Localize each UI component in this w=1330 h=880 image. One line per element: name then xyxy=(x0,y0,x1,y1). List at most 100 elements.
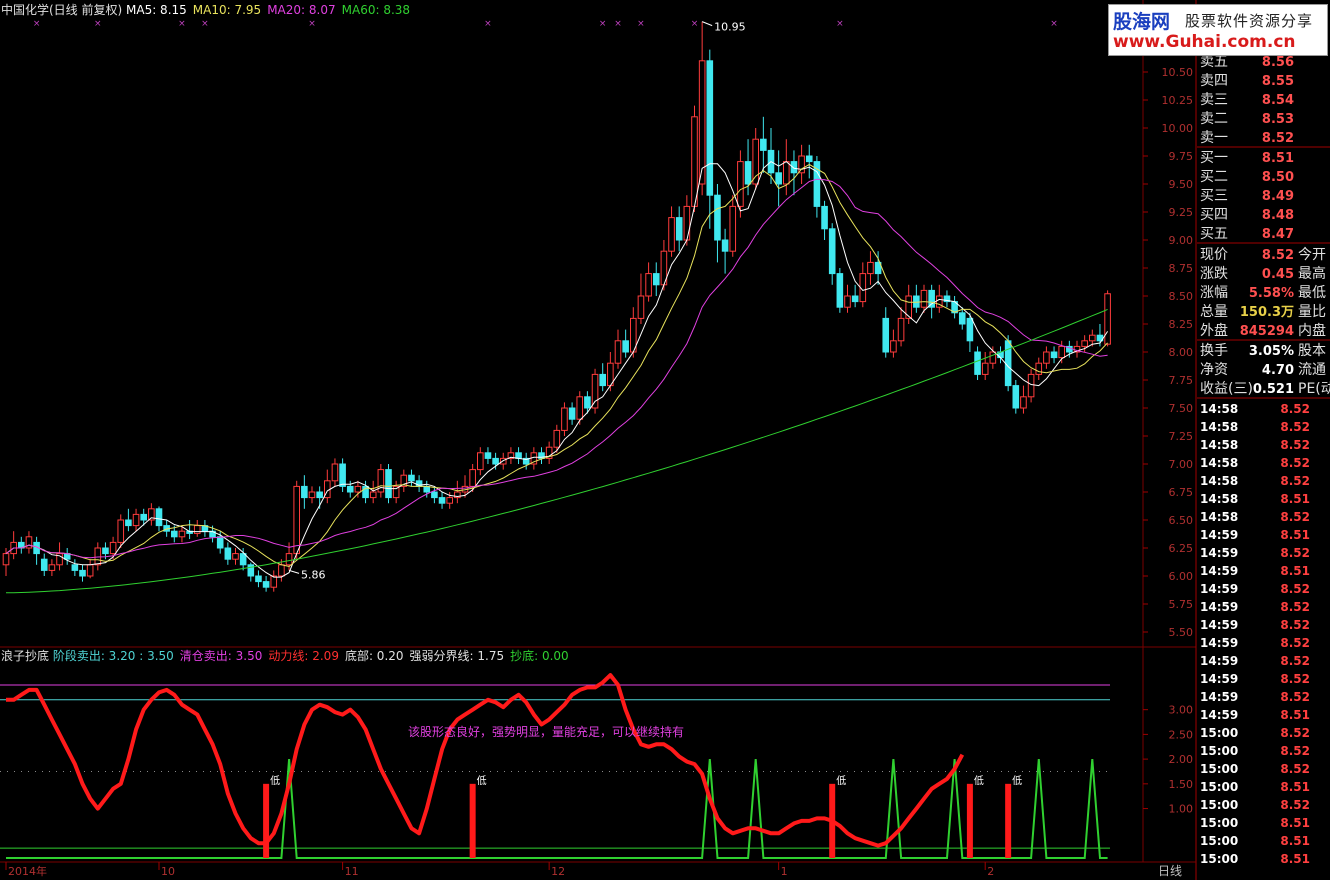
signal-mark: × xyxy=(94,19,102,29)
site-banner[interactable]: 股海网 股票软件资源分享 www.Guhai.com.cn xyxy=(1108,4,1328,56)
order-book-label: 卖二 xyxy=(1200,111,1228,127)
price-tick-label: 7.25 xyxy=(1169,430,1194,443)
indicator-tick-label: 1.50 xyxy=(1169,778,1194,791)
price-tick-label: 10.00 xyxy=(1162,122,1194,135)
kline-chart: 浪子抄底 阶段卖出: 3.20 : 3.50 清仓卖出: 3.50 动力线: 2.0… xyxy=(0,0,1330,880)
candle-body xyxy=(492,457,499,465)
tick-price: 8.51 xyxy=(1280,528,1310,542)
time-tick-label: 1 xyxy=(781,865,788,878)
candle-body xyxy=(125,519,132,527)
quote-sidebar: 卖五 8.56 卖四 8.55 卖三 8.54 卖二 8.53 卖一 8.52 买一 8.51 买二 8.… xyxy=(1197,54,1330,866)
candle-body xyxy=(316,491,323,499)
candle-body xyxy=(171,530,178,538)
candle-body xyxy=(438,497,446,504)
candle-body xyxy=(477,452,484,471)
order-book-price: 8.47 xyxy=(1262,227,1294,242)
candle-body xyxy=(844,295,851,308)
candle-body xyxy=(614,340,622,364)
quote-right-label: 股本 xyxy=(1298,343,1326,359)
order-book-price: 8.56 xyxy=(1262,55,1294,70)
order-book-label: 买一 xyxy=(1200,150,1228,166)
candle-body xyxy=(584,396,591,409)
price-tick-label: 10.25 xyxy=(1162,94,1194,107)
signal-mark: × xyxy=(637,19,645,29)
quote-value: 4.70 xyxy=(1262,363,1294,378)
quote-right-label: 今开 xyxy=(1298,247,1326,263)
candle-body xyxy=(683,205,691,241)
tick-price: 8.51 xyxy=(1280,834,1310,848)
banner-url[interactable]: www.Guhai.com.cn xyxy=(1113,32,1296,52)
candle-body xyxy=(798,155,805,174)
candle-body xyxy=(553,429,561,448)
quote-label: 涨跌 xyxy=(1200,266,1228,282)
signal-mark: × xyxy=(178,19,186,29)
candle-body xyxy=(1027,373,1035,398)
tick-price: 8.52 xyxy=(1280,744,1310,758)
price-tick-label: 6.50 xyxy=(1169,514,1194,527)
annotation-pointer xyxy=(288,569,300,574)
tick-price: 8.52 xyxy=(1280,582,1310,596)
tick-time: 14:58 xyxy=(1200,402,1238,416)
annotation-pointer xyxy=(701,21,713,27)
tick-price: 8.52 xyxy=(1280,510,1310,524)
quote-right-label: 流通 xyxy=(1298,362,1326,378)
indicator-panel: 浪子抄底 阶段卖出: 3.20 : 3.50 清仓卖出: 3.50 动力线: 2.0… xyxy=(0,648,1194,859)
tick-price: 8.51 xyxy=(1280,780,1310,794)
tick-price: 8.51 xyxy=(1280,564,1310,578)
candle-body xyxy=(637,295,645,319)
tick-time: 15:00 xyxy=(1200,726,1238,740)
candle-body xyxy=(262,581,270,588)
candle-body xyxy=(652,273,660,286)
tick-price: 8.52 xyxy=(1280,636,1310,650)
candle-body xyxy=(890,340,897,353)
quote-value: 8.52 xyxy=(1262,248,1294,263)
quote-label: 总量 xyxy=(1200,304,1228,320)
candle-body xyxy=(645,273,652,297)
low-signal-label: 低 xyxy=(836,774,846,787)
candle-body xyxy=(698,60,706,185)
low-signal-bar xyxy=(469,783,476,858)
order-book-label: 买三 xyxy=(1200,188,1228,204)
candle-body xyxy=(431,491,438,499)
tick-price: 8.52 xyxy=(1280,654,1310,668)
tick-time: 14:58 xyxy=(1200,474,1238,488)
tick-time: 14:59 xyxy=(1200,708,1238,722)
tick-time: 14:58 xyxy=(1200,456,1238,470)
quote-label: 收益(三) xyxy=(1200,381,1253,397)
tick-price: 8.51 xyxy=(1280,816,1310,830)
candle-body xyxy=(851,295,859,303)
tick-price: 8.52 xyxy=(1280,618,1310,632)
candle-body xyxy=(783,161,790,185)
signal-mark: × xyxy=(201,19,209,29)
indicator-tick-label: 2.00 xyxy=(1169,753,1194,766)
tick-price: 8.52 xyxy=(1280,672,1310,686)
ma20-line xyxy=(5,178,1108,559)
candle-body xyxy=(140,513,147,521)
quote-right-label: 最高 xyxy=(1298,265,1326,282)
candle-body xyxy=(974,351,981,375)
quote-right-label: 最低 xyxy=(1298,285,1326,301)
candle-body xyxy=(966,317,974,342)
candle-body xyxy=(515,452,522,459)
order-book-label: 卖四 xyxy=(1200,73,1228,89)
candle-body xyxy=(102,547,109,555)
candle-body xyxy=(622,340,629,353)
quote-value: 5.58% xyxy=(1249,286,1294,301)
order-book-price: 8.52 xyxy=(1262,131,1294,146)
candle-body xyxy=(821,205,828,230)
tick-time: 14:59 xyxy=(1200,618,1238,632)
order-book-label: 卖五 xyxy=(1200,54,1228,70)
tick-time: 15:00 xyxy=(1200,762,1238,776)
candle-body xyxy=(981,362,989,375)
candle-body xyxy=(958,312,966,325)
price-tick-label: 9.25 xyxy=(1169,206,1194,219)
candle-body xyxy=(270,575,278,588)
order-book-label: 卖一 xyxy=(1200,130,1228,146)
indicator-legend-6: 抄底: 0.00 xyxy=(510,648,569,663)
candle-body xyxy=(117,519,125,543)
moving-averages xyxy=(5,160,1109,594)
order-book-price: 8.55 xyxy=(1262,74,1294,89)
indicator-tick-label: 1.00 xyxy=(1169,803,1194,816)
signal-mark: × xyxy=(614,19,622,29)
bottom-signal-line xyxy=(6,759,1108,859)
